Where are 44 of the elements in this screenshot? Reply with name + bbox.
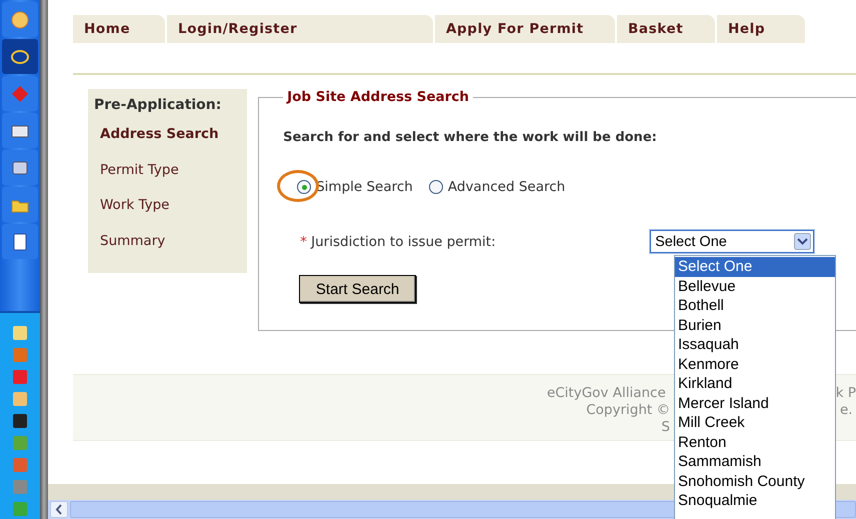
footer-text: e.: [840, 402, 853, 419]
dropdown-option[interactable]: Snoqualmie: [675, 491, 835, 510]
jurisdiction-dropdown[interactable]: Select One: [650, 230, 814, 253]
scroll-left-icon[interactable]: [50, 501, 68, 518]
diamond-icon: [10, 84, 30, 104]
nav-tab[interactable]: Basket: [617, 15, 715, 43]
footer-text: S: [660, 419, 670, 436]
panel-title: Job Site Address Search: [285, 89, 470, 105]
app-icon[interactable]: [12, 413, 28, 429]
dropdown-option[interactable]: Renton: [675, 432, 835, 452]
footer-text: eCityGov Alliance: [546, 385, 666, 402]
dropdown-option[interactable]: Mercer Island: [675, 394, 835, 413]
footer-text: Copyright ©: [585, 402, 670, 419]
sidebar-step[interactable]: Permit Type: [94, 162, 248, 197]
nav-tab[interactable]: Apply For Permit: [435, 15, 615, 43]
field-label: Jurisdiction to issue permit:: [311, 234, 496, 250]
quick-launch-button[interactable]: [2, 113, 38, 148]
dropdown-option[interactable]: Bothell: [675, 296, 835, 316]
sidebar-step[interactable]: Work Type: [94, 197, 248, 232]
dropdown-option[interactable]: Issaquah: [675, 335, 835, 354]
sidebar-step[interactable]: Address Search: [94, 126, 248, 162]
dropdown-option[interactable]: Bellevue: [675, 276, 835, 296]
dropdown-option[interactable]: Kirkland: [675, 374, 835, 394]
start-search-button[interactable]: Start Search: [299, 275, 416, 303]
dropdown-option[interactable]: Snohomish County: [675, 472, 835, 491]
dropdown-option[interactable]: Sammamish: [675, 452, 835, 472]
quick-launch-button[interactable]: [2, 150, 38, 185]
nav-tab[interactable]: Help: [717, 15, 805, 43]
dropdown-option[interactable]: Select One: [675, 257, 835, 276]
nav-tab[interactable]: Home: [73, 15, 165, 43]
instruction-text: Search for and select where the work will be done:: [283, 130, 658, 145]
quick-launch-button[interactable]: [2, 39, 38, 74]
radio-label[interactable]: Advanced Search: [448, 179, 566, 195]
dropdown-option[interactable]: Kenmore: [675, 354, 835, 374]
sidebar-heading: Pre-Application:: [94, 97, 222, 113]
radio-button[interactable]: [297, 180, 312, 194]
required-mark: *: [300, 234, 307, 250]
radio-button[interactable]: [428, 180, 443, 194]
sidebar-step[interactable]: Summary: [94, 232, 248, 268]
footer-text: k P: [836, 385, 856, 402]
quick-launch-button[interactable]: [2, 224, 38, 259]
dropdown-option[interactable]: Burien: [675, 316, 835, 335]
nav-tab[interactable]: Login/Register: [167, 15, 433, 43]
dropdown-option[interactable]: Mill Creek: [675, 413, 835, 432]
